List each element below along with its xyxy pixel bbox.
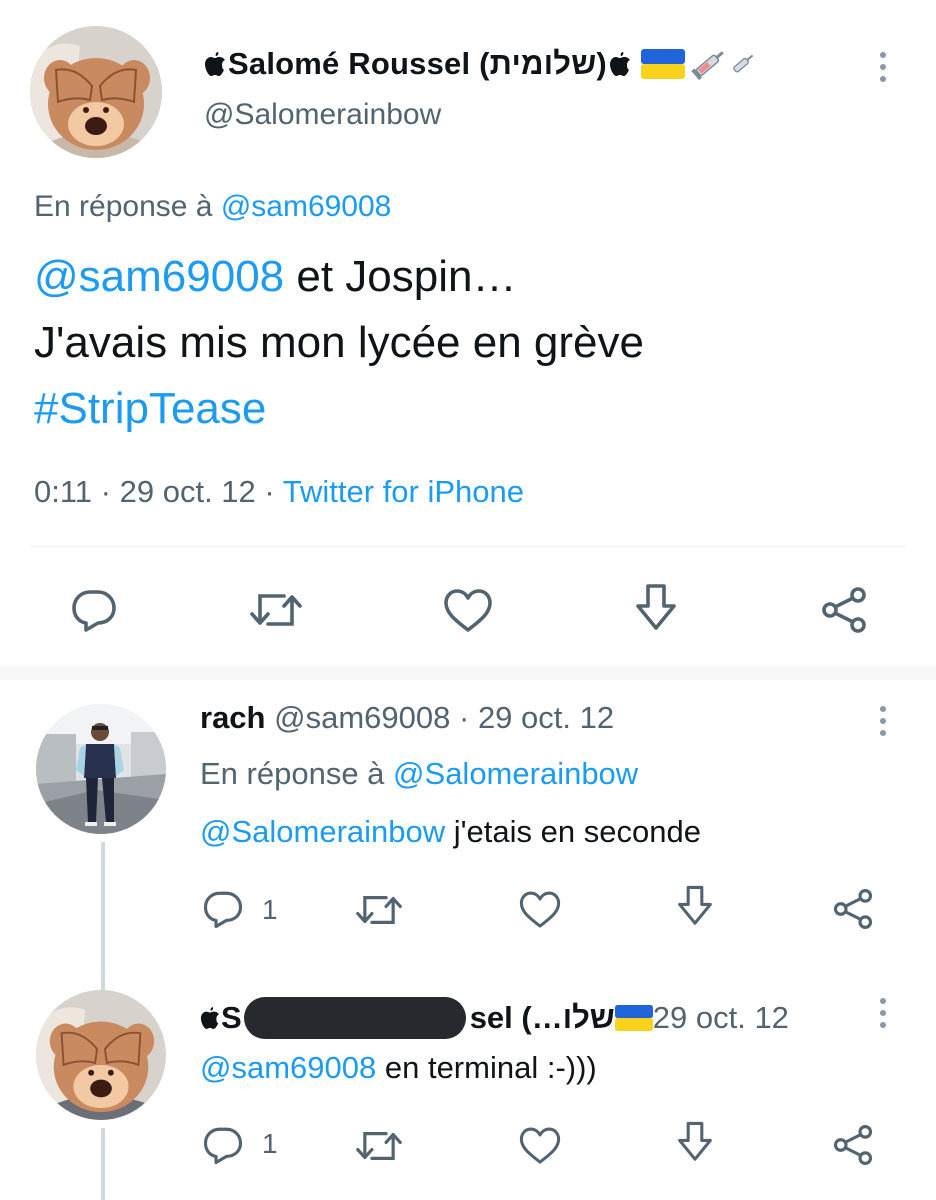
syringe-icon xyxy=(689,46,729,82)
reply-to-link[interactable]: @Salomerainbow xyxy=(393,756,638,791)
meta-dot: · xyxy=(264,474,275,509)
mention-link[interactable]: @Salomerainbow xyxy=(200,814,445,849)
download-icon[interactable] xyxy=(634,582,678,636)
hashtag-link[interactable]: #StripTease xyxy=(34,376,644,442)
share-icon[interactable] xyxy=(832,1124,874,1166)
reply1-more-icon[interactable] xyxy=(880,706,886,742)
main-handle[interactable]: @Salomerainbow xyxy=(204,98,441,132)
reply-prefix: En réponse à xyxy=(200,756,385,791)
download-icon[interactable] xyxy=(676,1120,714,1166)
reply1-display-name[interactable]: rach xyxy=(200,700,265,735)
like-icon[interactable] xyxy=(442,588,494,634)
reply2-name-start[interactable]: S xyxy=(221,1000,242,1036)
share-icon[interactable] xyxy=(832,888,874,930)
like-icon[interactable] xyxy=(518,1126,562,1166)
reply2-date[interactable]: 29 oct. 12 xyxy=(653,1000,789,1036)
divider xyxy=(30,546,906,547)
reply-prefix: En réponse à xyxy=(34,190,213,223)
mention-link[interactable]: @sam69008 xyxy=(34,252,284,301)
main-reply-context: En réponse à @sam69008 xyxy=(34,190,391,224)
tweet-date[interactable]: 29 oct. 12 xyxy=(120,474,256,509)
see-no-evil-monkey-icon xyxy=(36,990,166,1120)
main-display-name: Salomé Roussel (שלומית) xyxy=(228,46,607,81)
main-tweet-text: @sam69008 et Jospin… J'avais mis mon lyc… xyxy=(34,244,644,442)
thread-line xyxy=(101,1128,105,1200)
download-icon[interactable] xyxy=(676,884,714,930)
thread-line xyxy=(101,842,105,992)
reply2-body: en terminal :-))) xyxy=(376,1050,597,1085)
text-line-1: et Jospin… xyxy=(284,252,517,301)
reply-count: 1 xyxy=(262,1128,278,1159)
reply2-text: @sam69008 en terminal :-))) xyxy=(200,1050,597,1086)
reply2-avatar[interactable] xyxy=(36,990,166,1120)
share-icon[interactable] xyxy=(820,586,868,634)
reply1-body: j'etais en seconde xyxy=(445,814,701,849)
main-avatar[interactable] xyxy=(30,26,162,158)
reply1-avatar[interactable] xyxy=(36,704,166,834)
person-photo xyxy=(36,704,166,834)
redaction-bar xyxy=(243,997,466,1039)
reply1-handle[interactable]: @sam69008 xyxy=(274,700,450,735)
reply-icon[interactable] xyxy=(202,888,244,930)
main-more-icon[interactable] xyxy=(880,52,886,88)
reply1-date[interactable]: 29 oct. 12 xyxy=(478,700,614,735)
reply-icon[interactable] xyxy=(202,1124,244,1166)
retweet-icon[interactable] xyxy=(356,890,402,930)
ukraine-flag-icon xyxy=(640,49,685,79)
apple-logo-icon xyxy=(200,1006,220,1030)
text-line-2: J'avais mis mon lycée en grève xyxy=(34,318,644,367)
like-icon[interactable] xyxy=(518,890,562,930)
apple-logo-icon xyxy=(609,51,631,77)
reply2-name-end[interactable]: sel (…שלו xyxy=(470,1000,615,1036)
reply2-more-icon[interactable] xyxy=(880,998,886,1034)
retweet-icon[interactable] xyxy=(356,1126,402,1166)
ukraine-flag-icon xyxy=(614,1005,653,1031)
reply-to-link[interactable]: @sam69008 xyxy=(221,190,392,223)
meta-dot: · xyxy=(100,474,111,509)
section-separator xyxy=(0,666,936,680)
reply1-text: @Salomerainbow j'etais en seconde xyxy=(200,814,701,850)
meta-dot: · xyxy=(458,700,470,735)
retweet-icon[interactable] xyxy=(250,588,302,632)
mention-link[interactable]: @sam69008 xyxy=(200,1050,376,1085)
reply1-header: rach @sam69008 · 29 oct. 12 xyxy=(200,700,614,736)
reply-count: 1 xyxy=(262,894,278,925)
tweet-source[interactable]: Twitter for iPhone xyxy=(283,474,524,509)
apple-logo-icon xyxy=(204,51,226,77)
syringe-icon xyxy=(729,47,759,81)
main-metadata: 0:11 · 29 oct. 12 · Twitter for iPhone xyxy=(34,474,524,510)
main-name-row[interactable]: Salomé Roussel (שלומית) xyxy=(204,44,759,84)
reply-icon[interactable] xyxy=(70,586,118,634)
reply2-header: S sel (…שלו 29 oct. 12 xyxy=(200,996,860,1040)
see-no-evil-monkey-icon xyxy=(30,26,162,158)
tweet-time[interactable]: 0:11 xyxy=(34,474,92,509)
reply1-reply-context: En réponse à @Salomerainbow xyxy=(200,756,638,792)
